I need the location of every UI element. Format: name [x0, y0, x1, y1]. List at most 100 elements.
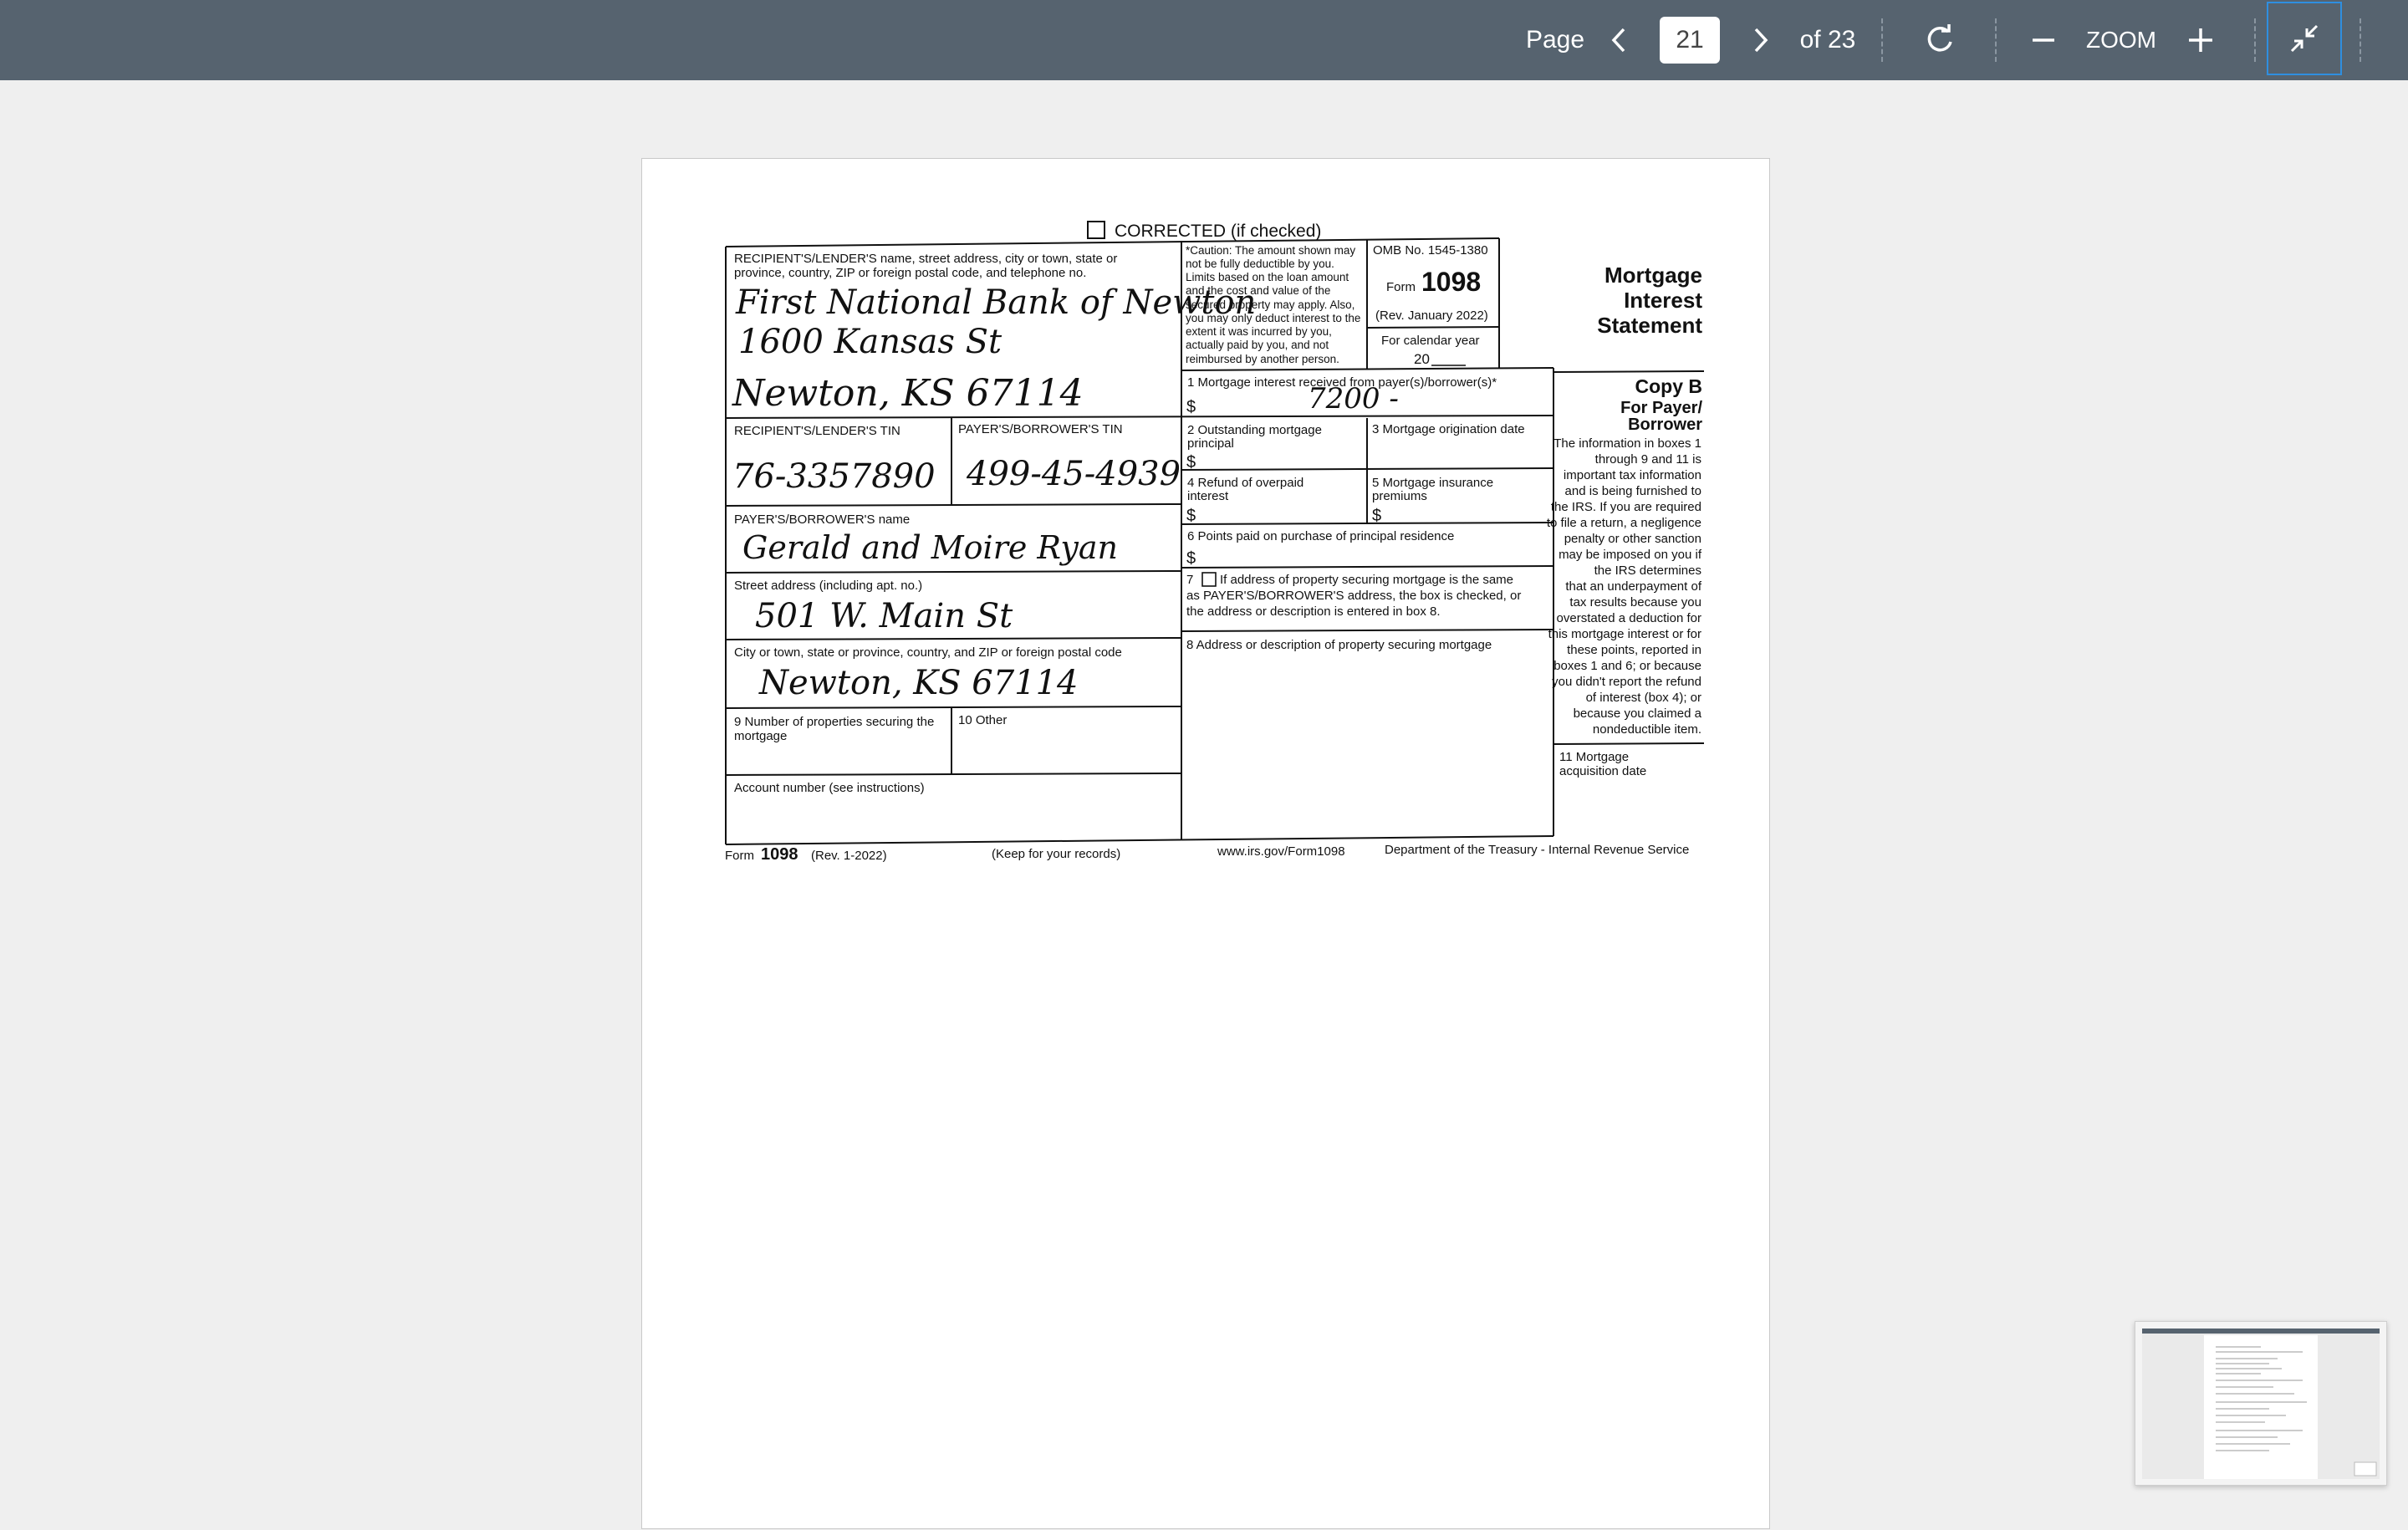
- box9-label-line1: 9 Number of properties securing the: [734, 715, 934, 729]
- box7-label-line1: If address of property securing mortgage…: [1220, 573, 1513, 587]
- svg-text:penalty or other sanction: penalty or other sanction: [1564, 532, 1701, 546]
- svg-text:important tax information: important tax information: [1564, 468, 1701, 482]
- recipient-tin: 76-3357890: [732, 457, 936, 496]
- page-number-input[interactable]: 21: [1660, 17, 1720, 64]
- form-title-line2: Interest: [1624, 288, 1702, 313]
- svg-text:may be imposed on you if: may be imposed on you if: [1559, 548, 1702, 562]
- svg-text:tax results because you: tax results because you: [1569, 595, 1701, 609]
- toolbar-separator: [2360, 18, 2361, 62]
- box7-number: 7: [1186, 573, 1193, 587]
- recipient-label-line1: RECIPIENT'S/LENDER'S name, street addres…: [734, 252, 1117, 266]
- payer-name: Gerald and Moire Ryan: [742, 529, 1118, 566]
- box8-label: 8 Address or description of property sec…: [1186, 638, 1492, 652]
- svg-text:boxes 1 and 6; or because: boxes 1 and 6; or because: [1553, 659, 1701, 673]
- svg-text:the IRS. If you are required: the IRS. If you are required: [1551, 500, 1701, 514]
- svg-text:through 9 and 11 is: through 9 and 11 is: [1595, 452, 1701, 467]
- form-title-line3: Statement: [1597, 313, 1702, 338]
- copy-b-label: Copy B: [1635, 375, 1703, 397]
- svg-text:not be fully deductible by you: not be fully deductible by you.: [1186, 258, 1334, 270]
- svg-text:and the cost and value of the: and the cost and value of the: [1186, 284, 1330, 297]
- box5-dollar: $: [1372, 507, 1381, 525]
- footer-keep-records: (Keep for your records): [992, 847, 1120, 861]
- caution-text: *Caution: The amount shown may not be fu…: [1186, 244, 1360, 365]
- street-value: 501 W. Main St: [755, 597, 1013, 635]
- recipient-label-line2: province, country, ZIP or foreign postal…: [734, 266, 1086, 280]
- recipient-tin-label: RECIPIENT'S/LENDER'S TIN: [734, 424, 900, 438]
- viewer-toolbar: Page 21 of 23 ZOOM: [0, 0, 2408, 80]
- page-count-label: of 23: [1799, 26, 1856, 54]
- svg-text:reimbursed by another person.: reimbursed by another person.: [1186, 353, 1339, 365]
- box7-checkbox[interactable]: [1201, 572, 1217, 587]
- svg-text:you didn't report the refund: you didn't report the refund: [1552, 675, 1701, 689]
- form-1098: CORRECTED (if checked) RECIPIENT'S/LENDE…: [725, 221, 1705, 864]
- exit-fullscreen-icon[interactable]: [2267, 2, 2342, 75]
- box6-label: 6 Points paid on purchase of principal r…: [1187, 529, 1454, 543]
- svg-text:The information in boxes 1: The information in boxes 1: [1553, 436, 1701, 451]
- box9-label-line2: mortgage: [734, 729, 787, 743]
- form-revision: (Rev. January 2022): [1375, 309, 1488, 323]
- form-number: 1098: [1421, 267, 1481, 297]
- svg-text:Limits based on the loan amoun: Limits based on the loan amount: [1186, 271, 1349, 283]
- footer-url: www.irs.gov/Form1098: [1217, 844, 1345, 859]
- recipient-street: 1600 Kansas St: [738, 323, 1002, 361]
- calendar-year-label: For calendar year: [1381, 334, 1480, 348]
- zoom-in-icon[interactable]: [2184, 0, 2217, 80]
- payer-tin: 499-45-4939: [966, 455, 1181, 493]
- box4-label-line1: 4 Refund of overpaid: [1187, 476, 1303, 490]
- corrected-label: CORRECTED (if checked): [1115, 222, 1321, 241]
- box5-label-line2: premiums: [1372, 489, 1427, 503]
- svg-text:to file a return, a negligence: to file a return, a negligence: [1547, 516, 1701, 530]
- svg-text:these points, reported in: these points, reported in: [1567, 643, 1701, 657]
- payer-tin-label: PAYER'S/BORROWER'S TIN: [958, 422, 1123, 436]
- thumbnail-image: [2142, 1329, 2380, 1479]
- svg-text:because you claimed a: because you claimed a: [1574, 706, 1702, 721]
- svg-text:and is being furnished to: and is being furnished to: [1565, 484, 1701, 498]
- payer-name-label: PAYER'S/BORROWER'S name: [734, 513, 910, 527]
- footer-department: Department of the Treasury - Internal Re…: [1385, 843, 1689, 857]
- svg-text:this mortgage interest or for: this mortgage interest or for: [1548, 627, 1701, 641]
- footer-form-word: Form: [725, 849, 754, 863]
- year-prefix: 20: [1414, 351, 1430, 367]
- box6-dollar: $: [1186, 549, 1196, 568]
- account-number-label: Account number (see instructions): [734, 781, 925, 795]
- zoom-out-icon[interactable]: [2027, 0, 2060, 80]
- toolbar-separator: [1995, 18, 1997, 62]
- box1-value: 7200 -: [1308, 382, 1399, 416]
- page-thumbnail-preview[interactable]: [2135, 1321, 2387, 1486]
- box4-label-line2: interest: [1187, 489, 1229, 503]
- svg-text:you may only deduct interest t: you may only deduct interest to the: [1186, 312, 1360, 324]
- form-word: Form: [1386, 280, 1416, 294]
- box11-label-line1: 11 Mortgage: [1559, 750, 1629, 764]
- svg-text:that an underpayment of: that an underpayment of: [1565, 579, 1701, 594]
- borrower-label: Borrower: [1628, 416, 1702, 434]
- street-label: Street address (including apt. no.): [734, 579, 922, 593]
- city-value: Newton, KS 67114: [758, 664, 1079, 702]
- svg-text:*Caution: The amount shown may: *Caution: The amount shown may: [1186, 244, 1355, 257]
- footer-revision: (Rev. 1-2022): [811, 849, 887, 863]
- svg-text:extent it was incurred by you,: extent it was incurred by you,: [1186, 325, 1332, 338]
- for-payer-label: For Payer/: [1620, 399, 1702, 417]
- box3-label: 3 Mortgage origination date: [1372, 422, 1525, 436]
- box1-dollar: $: [1186, 398, 1196, 416]
- recipient-city: Newton, KS 67114: [732, 372, 1084, 415]
- zoom-label: ZOOM: [2086, 27, 2156, 53]
- corrected-checkbox[interactable]: [1087, 221, 1105, 239]
- chevron-right-icon[interactable]: [1744, 0, 1778, 80]
- box10-label: 10 Other: [958, 713, 1007, 727]
- svg-text:the IRS determines: the IRS determines: [1594, 564, 1701, 578]
- toolbar-separator: [2254, 18, 2256, 62]
- form-title-line1: Mortgage: [1604, 263, 1702, 288]
- footer-form-number: 1098: [761, 845, 798, 864]
- box5-label-line1: 5 Mortgage insurance: [1372, 476, 1493, 490]
- box2-dollar: $: [1186, 453, 1196, 472]
- svg-text:of interest (box 4); or: of interest (box 4); or: [1586, 691, 1701, 705]
- omb-number: OMB No. 1545-1380: [1373, 243, 1488, 258]
- box2-label-line1: 2 Outstanding mortgage: [1187, 423, 1322, 437]
- box11-label-line2: acquisition date: [1559, 764, 1646, 778]
- svg-text:overstated a deduction for: overstated a deduction for: [1557, 611, 1701, 625]
- rotate-icon[interactable]: [1921, 0, 1958, 80]
- box7-label-line3: the address or description is entered in…: [1186, 604, 1441, 619]
- svg-text:nondeductible item.: nondeductible item.: [1593, 722, 1701, 737]
- city-label: City or town, state or province, country…: [734, 645, 1122, 660]
- chevron-left-icon[interactable]: [1602, 0, 1635, 80]
